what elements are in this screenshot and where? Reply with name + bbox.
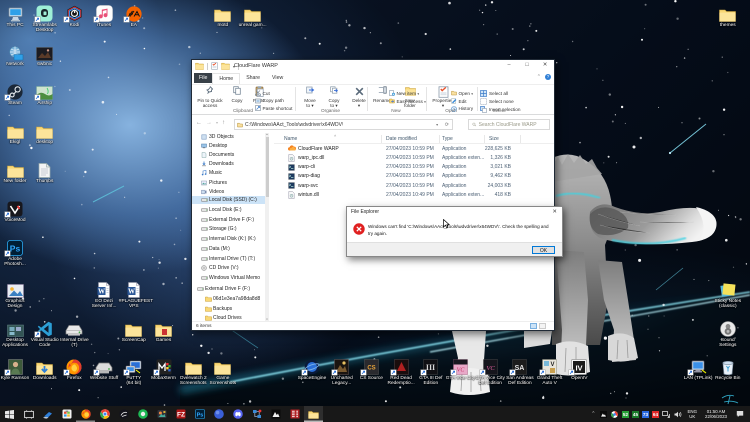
svg-text:FZ: FZ bbox=[177, 412, 185, 419]
svg-text:VC: VC bbox=[457, 368, 466, 374]
svg-text:VC: VC bbox=[486, 365, 495, 372]
svg-text:V: V bbox=[551, 362, 555, 368]
svg-text:CS: CS bbox=[367, 366, 375, 372]
svg-text:Ps: Ps bbox=[10, 244, 21, 254]
svg-text:W: W bbox=[98, 288, 105, 296]
svg-text:Ps: Ps bbox=[196, 412, 203, 418]
svg-text:SA: SA bbox=[515, 365, 525, 372]
svg-text:IV: IV bbox=[576, 364, 583, 373]
svg-text:III: III bbox=[426, 363, 435, 372]
svg-text:W: W bbox=[128, 288, 135, 296]
